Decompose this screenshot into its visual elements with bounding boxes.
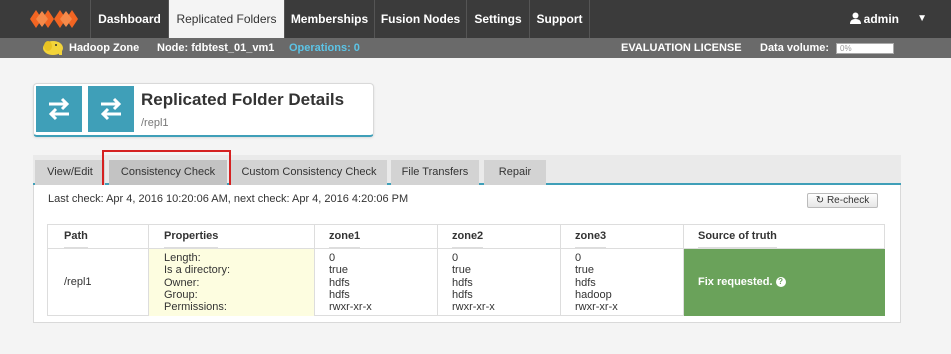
license-label: EVALUATION LICENSE	[621, 42, 742, 54]
col-header-zone2[interactable]: zone2	[452, 224, 484, 248]
fix-requested-status: Fix requested.?	[698, 276, 786, 288]
column-divider	[437, 224, 438, 316]
col-header-properties[interactable]: Properties	[164, 224, 219, 248]
tab-custom-consistency-check[interactable]: Custom Consistency Check	[231, 160, 387, 185]
node-label: Node: fdbtest_01_vm1	[157, 42, 275, 54]
folder-path: /repl1	[141, 117, 169, 129]
caret-down-icon[interactable]: ▼	[917, 0, 927, 38]
cell-zone3: 0 true hdfs hadoop rwxr-xr-x	[575, 252, 618, 314]
column-divider	[148, 224, 149, 316]
cell-path: /repl1	[64, 276, 92, 288]
cell-zone2: 0 true hdfs hdfs rwxr-xr-x	[452, 252, 495, 314]
status-bar: Hadoop Zone Node: fdbtest_01_vm1 Operati…	[0, 38, 951, 58]
col-header-path[interactable]: Path	[64, 224, 88, 248]
data-volume-label: Data volume:	[760, 42, 830, 54]
fix-requested-text: Fix requested.	[698, 276, 773, 288]
user-menu[interactable]: admin	[849, 0, 899, 38]
page-title: Replicated Folder Details	[141, 90, 345, 109]
tab-file-transfers[interactable]: File Transfers	[391, 160, 479, 185]
recheck-button[interactable]: ↻ Re-check	[807, 193, 878, 208]
col-header-source-of-truth[interactable]: Source of truth	[698, 224, 777, 248]
replicate-arrows-icon	[88, 86, 134, 132]
operations-link[interactable]: Operations: 0	[289, 38, 360, 58]
nav-tab-memberships[interactable]: Memberships	[284, 0, 374, 38]
nav-tab-dashboard[interactable]: Dashboard	[90, 0, 168, 38]
header-divider	[47, 248, 885, 249]
tab-repair[interactable]: Repair	[484, 160, 546, 185]
top-navbar: Dashboard Replicated Folders Memberships…	[0, 0, 951, 38]
col-header-zone3[interactable]: zone3	[575, 224, 607, 248]
hadoop-elephant-icon	[43, 41, 63, 55]
nav-tab-fusion-nodes[interactable]: Fusion Nodes	[374, 0, 466, 38]
zone-label: Hadoop Zone	[69, 42, 140, 54]
cell-properties: Length: Is a directory: Owner: Group: Pe…	[164, 252, 231, 314]
replicate-arrows-icon	[36, 86, 82, 132]
nav-tab-support[interactable]: Support	[529, 0, 590, 38]
nav-tab-settings[interactable]: Settings	[466, 0, 529, 38]
recheck-label: Re-check	[826, 195, 870, 206]
column-divider	[683, 224, 684, 316]
column-divider	[560, 224, 561, 316]
tab-view-edit[interactable]: View/Edit	[35, 160, 105, 185]
help-icon[interactable]: ?	[775, 277, 786, 287]
column-divider	[314, 224, 315, 316]
data-volume-bar: 0%	[836, 43, 894, 54]
cell-zone1: 0 true hdfs hdfs rwxr-xr-x	[329, 252, 372, 314]
nav-tab-replicated-folders[interactable]: Replicated Folders	[168, 0, 284, 38]
user-icon	[849, 12, 861, 24]
refresh-icon: ↻	[815, 195, 827, 206]
wandisco-logo-icon[interactable]	[30, 8, 78, 30]
col-header-zone1[interactable]: zone1	[329, 224, 361, 248]
last-check-text: Last check: Apr 4, 2016 10:20:06 AM, nex…	[48, 193, 409, 205]
user-name: admin	[863, 12, 899, 26]
